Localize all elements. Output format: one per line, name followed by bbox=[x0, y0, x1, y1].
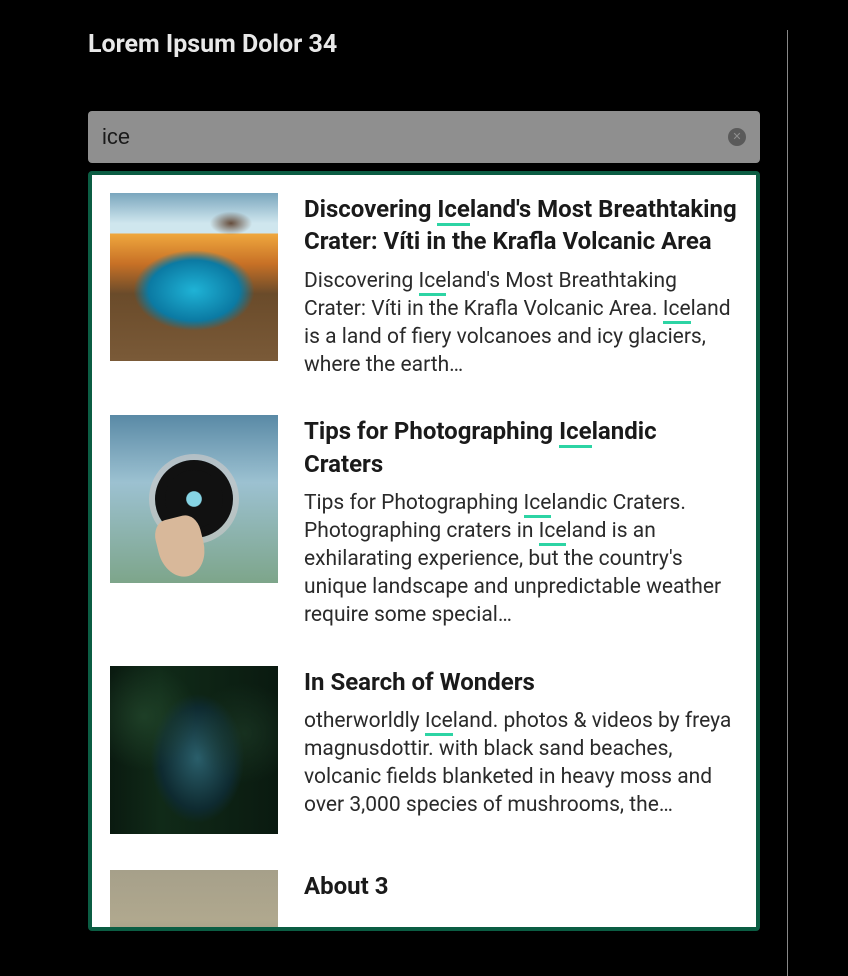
result-snippet: Discovering Iceland's Most Breathtaking … bbox=[304, 268, 738, 380]
result-thumbnail bbox=[110, 193, 278, 361]
search-result[interactable]: About 3 bbox=[110, 870, 738, 931]
vertical-divider bbox=[787, 30, 788, 976]
result-body: Discovering Iceland's Most Breathtaking … bbox=[304, 193, 738, 379]
search-highlight: Ice bbox=[437, 195, 469, 226]
text-fragment: Discovering bbox=[304, 195, 437, 223]
result-snippet: Tips for Photographing Icelandic Craters… bbox=[304, 490, 738, 630]
text-fragment: About 3 bbox=[304, 872, 388, 900]
result-title: Tips for Photographing Icelandic Craters bbox=[304, 415, 738, 480]
result-snippet: otherworldly Iceland. photos & videos by… bbox=[304, 708, 738, 820]
search-highlight: Ice bbox=[425, 709, 453, 736]
search-highlight: Ice bbox=[419, 269, 447, 296]
text-fragment: Discovering bbox=[304, 269, 419, 293]
search-wrap bbox=[88, 111, 760, 163]
text-fragment: Tips for Photographing bbox=[304, 417, 559, 445]
result-thumbnail bbox=[110, 870, 278, 931]
search-highlight: Ice bbox=[559, 417, 591, 448]
result-thumbnail bbox=[110, 666, 278, 834]
search-result[interactable]: Discovering Iceland's Most Breathtaking … bbox=[110, 193, 738, 379]
text-fragment: otherworldly bbox=[304, 709, 425, 733]
main-container: Lorem Ipsum Dolor 34 Discovering Iceland… bbox=[88, 30, 848, 931]
result-body: Tips for Photographing Icelandic Craters… bbox=[304, 415, 738, 629]
result-body: In Search of Wonders otherworldly Iceland… bbox=[304, 666, 738, 834]
search-highlight: Ice bbox=[524, 491, 552, 518]
result-body: About 3 bbox=[304, 870, 738, 931]
result-title: About 3 bbox=[304, 870, 738, 902]
text-fragment: In Search of Wonders bbox=[304, 668, 535, 696]
clear-search-button[interactable] bbox=[728, 128, 746, 146]
page-title: Lorem Ipsum Dolor 34 bbox=[88, 30, 848, 59]
result-thumbnail bbox=[110, 415, 278, 583]
search-results-panel[interactable]: Discovering Iceland's Most Breathtaking … bbox=[88, 171, 760, 931]
text-fragment: Tips for Photographing bbox=[304, 491, 524, 515]
search-input[interactable] bbox=[88, 111, 760, 163]
search-result[interactable]: In Search of Wonders otherworldly Iceland… bbox=[110, 666, 738, 834]
search-result[interactable]: Tips for Photographing Icelandic Craters… bbox=[110, 415, 738, 629]
result-title: Discovering Iceland's Most Breathtaking … bbox=[304, 193, 738, 258]
search-highlight: Ice bbox=[539, 519, 567, 546]
result-title: In Search of Wonders bbox=[304, 666, 738, 698]
search-highlight: Ice bbox=[663, 297, 691, 324]
